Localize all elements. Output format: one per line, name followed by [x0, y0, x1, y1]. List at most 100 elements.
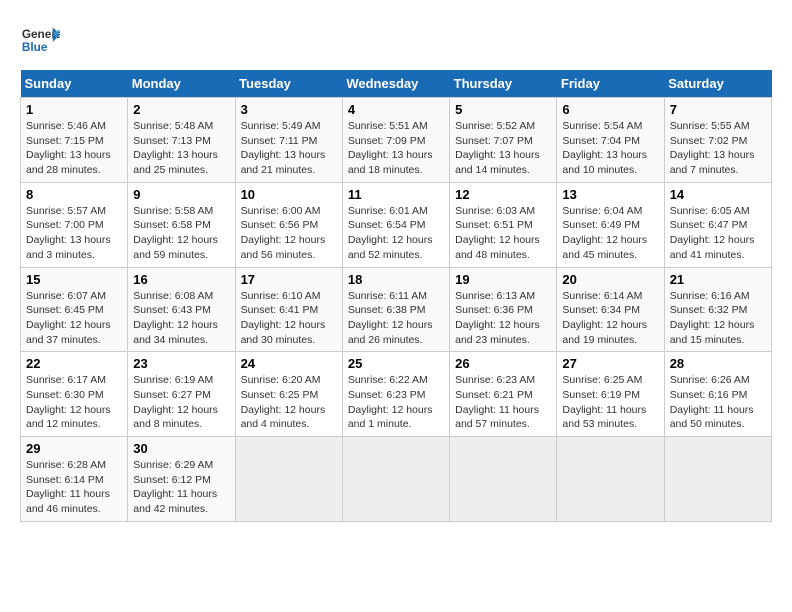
day-number: 16 [133, 272, 229, 287]
column-header-monday: Monday [128, 70, 235, 98]
calendar-cell: 9 Sunrise: 5:58 AM Sunset: 6:58 PM Daylig… [128, 182, 235, 267]
day-number: 9 [133, 187, 229, 202]
calendar-cell: 28 Sunrise: 6:26 AM Sunset: 6:16 PM Dayli… [664, 352, 771, 437]
day-info: Sunrise: 6:23 AM Sunset: 6:21 PM Dayligh… [455, 373, 551, 432]
calendar-cell: 22Sunrise: 6:17 AM Sunset: 6:30 PM Dayli… [21, 352, 128, 437]
calendar-cell: 26 Sunrise: 6:23 AM Sunset: 6:21 PM Dayli… [450, 352, 557, 437]
day-info: Sunrise: 5:54 AM Sunset: 7:04 PM Dayligh… [562, 119, 658, 178]
day-number: 17 [241, 272, 337, 287]
day-number: 23 [133, 356, 229, 371]
day-info: Sunrise: 6:14 AM Sunset: 6:34 PM Dayligh… [562, 289, 658, 348]
calendar-cell: 8Sunrise: 5:57 AM Sunset: 7:00 PM Daylig… [21, 182, 128, 267]
calendar-cell: 18 Sunrise: 6:11 AM Sunset: 6:38 PM Dayli… [342, 267, 449, 352]
calendar-cell: 24 Sunrise: 6:20 AM Sunset: 6:25 PM Dayli… [235, 352, 342, 437]
day-info: Sunrise: 5:48 AM Sunset: 7:13 PM Dayligh… [133, 119, 229, 178]
day-number: 5 [455, 102, 551, 117]
day-number: 26 [455, 356, 551, 371]
calendar-cell: 1 Sunrise: 5:46 AM Sunset: 7:15 PM Daylig… [21, 98, 128, 183]
day-info: Sunrise: 5:55 AM Sunset: 7:02 PM Dayligh… [670, 119, 766, 178]
calendar-cell: 12 Sunrise: 6:03 AM Sunset: 6:51 PM Dayli… [450, 182, 557, 267]
column-header-wednesday: Wednesday [342, 70, 449, 98]
day-info: Sunrise: 5:58 AM Sunset: 6:58 PM Dayligh… [133, 204, 229, 263]
calendar-cell [342, 437, 449, 522]
calendar-cell [235, 437, 342, 522]
calendar-cell: 6Sunrise: 5:54 AM Sunset: 7:04 PM Daylig… [557, 98, 664, 183]
day-number: 15 [26, 272, 122, 287]
column-header-saturday: Saturday [664, 70, 771, 98]
calendar-cell: 29 Sunrise: 6:28 AM Sunset: 6:14 PM Dayli… [21, 437, 128, 522]
day-number: 19 [455, 272, 551, 287]
calendar-cell [664, 437, 771, 522]
calendar-cell: 7 Sunrise: 5:55 AM Sunset: 7:02 PM Daylig… [664, 98, 771, 183]
svg-text:Blue: Blue [22, 40, 48, 54]
day-info: Sunrise: 6:29 AM Sunset: 6:12 PM Dayligh… [133, 458, 229, 517]
day-number: 21 [670, 272, 766, 287]
day-number: 24 [241, 356, 337, 371]
calendar-cell: 23 Sunrise: 6:19 AM Sunset: 6:27 PM Dayli… [128, 352, 235, 437]
day-info: Sunrise: 6:25 AM Sunset: 6:19 PM Dayligh… [562, 373, 658, 432]
day-info: Sunrise: 6:22 AM Sunset: 6:23 PM Dayligh… [348, 373, 444, 432]
day-number: 18 [348, 272, 444, 287]
day-number: 30 [133, 441, 229, 456]
calendar-cell: 5 Sunrise: 5:52 AM Sunset: 7:07 PM Daylig… [450, 98, 557, 183]
day-number: 8 [26, 187, 122, 202]
calendar-cell: 10 Sunrise: 6:00 AM Sunset: 6:56 PM Dayli… [235, 182, 342, 267]
calendar-cell: 25 Sunrise: 6:22 AM Sunset: 6:23 PM Dayli… [342, 352, 449, 437]
day-info: Sunrise: 6:08 AM Sunset: 6:43 PM Dayligh… [133, 289, 229, 348]
day-info: Sunrise: 5:46 AM Sunset: 7:15 PM Dayligh… [26, 119, 122, 178]
calendar-week-5: 29 Sunrise: 6:28 AM Sunset: 6:14 PM Dayli… [21, 437, 772, 522]
column-header-thursday: Thursday [450, 70, 557, 98]
calendar-week-1: 1 Sunrise: 5:46 AM Sunset: 7:15 PM Daylig… [21, 98, 772, 183]
day-info: Sunrise: 6:10 AM Sunset: 6:41 PM Dayligh… [241, 289, 337, 348]
day-number: 25 [348, 356, 444, 371]
day-info: Sunrise: 6:16 AM Sunset: 6:32 PM Dayligh… [670, 289, 766, 348]
calendar-cell: 11 Sunrise: 6:01 AM Sunset: 6:54 PM Dayli… [342, 182, 449, 267]
calendar-cell: 30 Sunrise: 6:29 AM Sunset: 6:12 PM Dayli… [128, 437, 235, 522]
day-info: Sunrise: 5:49 AM Sunset: 7:11 PM Dayligh… [241, 119, 337, 178]
day-number: 28 [670, 356, 766, 371]
day-number: 10 [241, 187, 337, 202]
day-info: Sunrise: 6:11 AM Sunset: 6:38 PM Dayligh… [348, 289, 444, 348]
day-info: Sunrise: 6:28 AM Sunset: 6:14 PM Dayligh… [26, 458, 122, 517]
column-header-friday: Friday [557, 70, 664, 98]
calendar-cell: 16 Sunrise: 6:08 AM Sunset: 6:43 PM Dayli… [128, 267, 235, 352]
day-number: 12 [455, 187, 551, 202]
day-number: 13 [562, 187, 658, 202]
day-number: 1 [26, 102, 122, 117]
calendar-cell: 17 Sunrise: 6:10 AM Sunset: 6:41 PM Dayli… [235, 267, 342, 352]
day-info: Sunrise: 6:07 AM Sunset: 6:45 PM Dayligh… [26, 289, 122, 348]
day-number: 11 [348, 187, 444, 202]
day-info: Sunrise: 6:01 AM Sunset: 6:54 PM Dayligh… [348, 204, 444, 263]
day-info: Sunrise: 6:20 AM Sunset: 6:25 PM Dayligh… [241, 373, 337, 432]
day-number: 29 [26, 441, 122, 456]
calendar-week-2: 8Sunrise: 5:57 AM Sunset: 7:00 PM Daylig… [21, 182, 772, 267]
day-number: 20 [562, 272, 658, 287]
calendar-week-3: 15 Sunrise: 6:07 AM Sunset: 6:45 PM Dayli… [21, 267, 772, 352]
calendar-cell: 15 Sunrise: 6:07 AM Sunset: 6:45 PM Dayli… [21, 267, 128, 352]
day-info: Sunrise: 6:00 AM Sunset: 6:56 PM Dayligh… [241, 204, 337, 263]
calendar-cell: 13 Sunrise: 6:04 AM Sunset: 6:49 PM Dayli… [557, 182, 664, 267]
calendar-cell: 2 Sunrise: 5:48 AM Sunset: 7:13 PM Daylig… [128, 98, 235, 183]
logo: General Blue [20, 20, 64, 60]
day-info: Sunrise: 6:03 AM Sunset: 6:51 PM Dayligh… [455, 204, 551, 263]
day-number: 14 [670, 187, 766, 202]
day-number: 2 [133, 102, 229, 117]
calendar-cell: 19 Sunrise: 6:13 AM Sunset: 6:36 PM Dayli… [450, 267, 557, 352]
day-info: Sunrise: 6:26 AM Sunset: 6:16 PM Dayligh… [670, 373, 766, 432]
day-number: 3 [241, 102, 337, 117]
calendar-cell: 14 Sunrise: 6:05 AM Sunset: 6:47 PM Dayli… [664, 182, 771, 267]
day-info: Sunrise: 6:13 AM Sunset: 6:36 PM Dayligh… [455, 289, 551, 348]
calendar-cell: 4Sunrise: 5:51 AM Sunset: 7:09 PM Daylig… [342, 98, 449, 183]
calendar-cell: 21 Sunrise: 6:16 AM Sunset: 6:32 PM Dayli… [664, 267, 771, 352]
day-number: 7 [670, 102, 766, 117]
calendar-cell: 3 Sunrise: 5:49 AM Sunset: 7:11 PM Daylig… [235, 98, 342, 183]
day-info: Sunrise: 6:05 AM Sunset: 6:47 PM Dayligh… [670, 204, 766, 263]
day-info: Sunrise: 5:52 AM Sunset: 7:07 PM Dayligh… [455, 119, 551, 178]
calendar-cell [450, 437, 557, 522]
day-info: Sunrise: 6:04 AM Sunset: 6:49 PM Dayligh… [562, 204, 658, 263]
day-info: Sunrise: 6:19 AM Sunset: 6:27 PM Dayligh… [133, 373, 229, 432]
calendar-cell: 20 Sunrise: 6:14 AM Sunset: 6:34 PM Dayli… [557, 267, 664, 352]
day-info: Sunrise: 6:17 AM Sunset: 6:30 PM Dayligh… [26, 373, 122, 432]
calendar-week-4: 22Sunrise: 6:17 AM Sunset: 6:30 PM Dayli… [21, 352, 772, 437]
column-header-sunday: Sunday [21, 70, 128, 98]
